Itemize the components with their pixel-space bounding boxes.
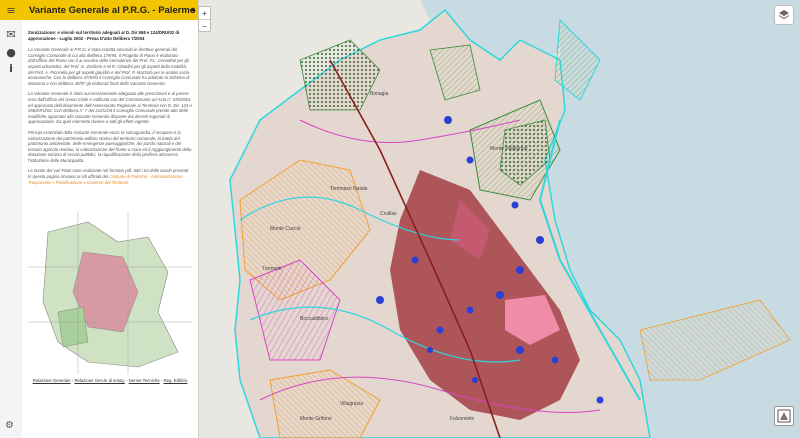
panel-title: Variante Generale al P.R.G. - Palermo: [29, 4, 196, 16]
panel-paragraph: Principi essenziali della Variante Gener…: [28, 129, 192, 163]
service-point: [472, 377, 478, 383]
service-point: [466, 306, 474, 314]
norme-tecniche-link[interactable]: Norme Tecniche: [129, 378, 160, 383]
zoom-out-button[interactable]: −: [199, 20, 210, 32]
service-point: [551, 356, 559, 364]
zoom-in-button[interactable]: +: [199, 7, 210, 20]
map-label: Monte Cuccio: [270, 226, 301, 232]
service-point: [596, 396, 604, 404]
service-point: [444, 116, 452, 124]
map-label: Cruillas: [380, 211, 397, 217]
service-point: [466, 156, 474, 164]
regolamento-edilizio-link[interactable]: Reg. Edilizio: [163, 378, 187, 383]
service-point: [536, 236, 544, 244]
icon-bar: ≡ ✉ ● i ⚙: [0, 0, 23, 438]
map-label: Tremonti: [262, 266, 282, 272]
panel-header: Variante Generale al P.R.G. - Palermo ◂: [22, 0, 198, 20]
map-label: Villagrazia: [340, 401, 363, 407]
github-icon[interactable]: ●: [3, 44, 19, 60]
service-point: [411, 256, 419, 264]
zoom-control: + −: [198, 6, 211, 32]
panel-paragraph: La Variante Generale al P.R.G. è stata r…: [28, 47, 191, 86]
service-point: [511, 201, 519, 209]
panel-paragraph: Le tavole dei vari Piani sono realizzate…: [28, 168, 192, 185]
info-icon[interactable]: i: [3, 60, 19, 76]
overview-green: [57, 306, 89, 348]
service-point: [436, 326, 444, 334]
service-point: [376, 296, 384, 304]
layers-icon[interactable]: [774, 5, 794, 25]
panel-paragraph: La Variante Generale è stata successivam…: [28, 91, 192, 125]
map-label: Monte Grifone: [300, 416, 332, 422]
envelope-icon[interactable]: ✉: [3, 26, 19, 42]
footer-links: Relazione Generale - Relazione Gen.le di…: [32, 378, 188, 383]
relazione-gen-sotog-link[interactable]: Relazione Gen.le di sotog.: [74, 378, 124, 383]
service-point: [496, 291, 504, 299]
overview-map: [28, 212, 192, 374]
layers-glyph: [778, 10, 790, 20]
gear-icon[interactable]: ⚙: [5, 420, 17, 432]
map-label: Tommaso Natale: [330, 186, 368, 192]
service-point: [516, 266, 524, 274]
logo-icon: [774, 406, 794, 426]
panel-content: Zonizzazione: e vincoli sul territorio a…: [28, 30, 192, 190]
map-label: Boccadifalco: [300, 316, 329, 322]
logo-glyph: [777, 409, 791, 423]
service-point: [516, 346, 524, 354]
panel-subtitle: Zonizzazione: e vincoli sul territorio a…: [28, 30, 180, 41]
service-point: [427, 347, 433, 353]
relazione-generale-link[interactable]: Relazione Generale: [33, 378, 71, 383]
map-label: Falsomiele: [450, 416, 474, 422]
chevron-left-icon[interactable]: ◂: [189, 4, 194, 15]
menu-icon[interactable]: ≡: [0, 0, 22, 20]
map-label: Bonagia: [370, 91, 389, 97]
side-panel: Variante Generale al P.R.G. - Palermo ◂ …: [22, 0, 199, 438]
map-label: Monte Pellegrino: [490, 146, 528, 152]
